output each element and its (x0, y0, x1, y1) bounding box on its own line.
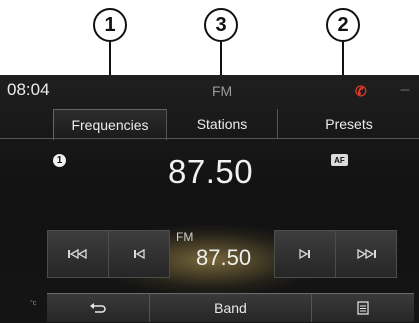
callout-2: 2 (326, 8, 360, 42)
current-frequency: 87.50 (168, 153, 254, 190)
list-menu-icon (357, 301, 369, 315)
left-temperature-unit: °c (30, 300, 37, 307)
seek-forward-button[interactable] (335, 230, 397, 278)
seek-back-button[interactable] (47, 230, 109, 278)
step-back-button[interactable] (108, 230, 170, 278)
tab-presets[interactable]: Presets (277, 109, 419, 139)
back-arrow-icon (90, 303, 106, 313)
phone-icon[interactable]: ✆ (355, 83, 367, 100)
tuned-frequency: 87.50 (196, 245, 252, 270)
source-title: FM (212, 83, 233, 99)
step-forward-button[interactable] (274, 230, 336, 278)
status-bar: 08:04 FM ✆ --- (0, 75, 419, 107)
callout-3: 3 (204, 8, 238, 42)
radio-screen: 08:04 FM ✆ --- Frequencies Stations Pres… (0, 75, 419, 323)
step-forward-icon (299, 248, 310, 260)
step-back-icon (134, 248, 145, 260)
callout-1: 1 (93, 8, 127, 42)
skip-forward-icon (357, 248, 376, 260)
band-button[interactable]: Band (150, 294, 312, 322)
tab-stations[interactable]: Stations (166, 109, 277, 139)
band-button-label: Band (214, 300, 247, 316)
clock: 08:04 (7, 80, 50, 99)
band-label: FM (176, 230, 194, 244)
bottom-bar: Band (47, 293, 414, 322)
tab-divider (0, 138, 419, 139)
back-button[interactable] (47, 294, 150, 322)
tab-bar: Frequencies Stations Presets (53, 109, 419, 140)
manual-illustration: 1 3 2 08:04 FM ✆ --- Frequencies Station… (0, 0, 419, 323)
menu-button[interactable] (312, 294, 414, 322)
tab-frequencies[interactable]: Frequencies (53, 109, 167, 140)
af-badge[interactable]: AF (331, 154, 348, 166)
tab-presets-label: Presets (325, 116, 373, 132)
tab-stations-label: Stations (196, 116, 248, 132)
tab-frequencies-label: Frequencies (71, 117, 149, 133)
signal-icon: --- (400, 82, 410, 96)
preset-number-badge: 1 (53, 154, 66, 167)
skip-back-icon (68, 248, 87, 260)
